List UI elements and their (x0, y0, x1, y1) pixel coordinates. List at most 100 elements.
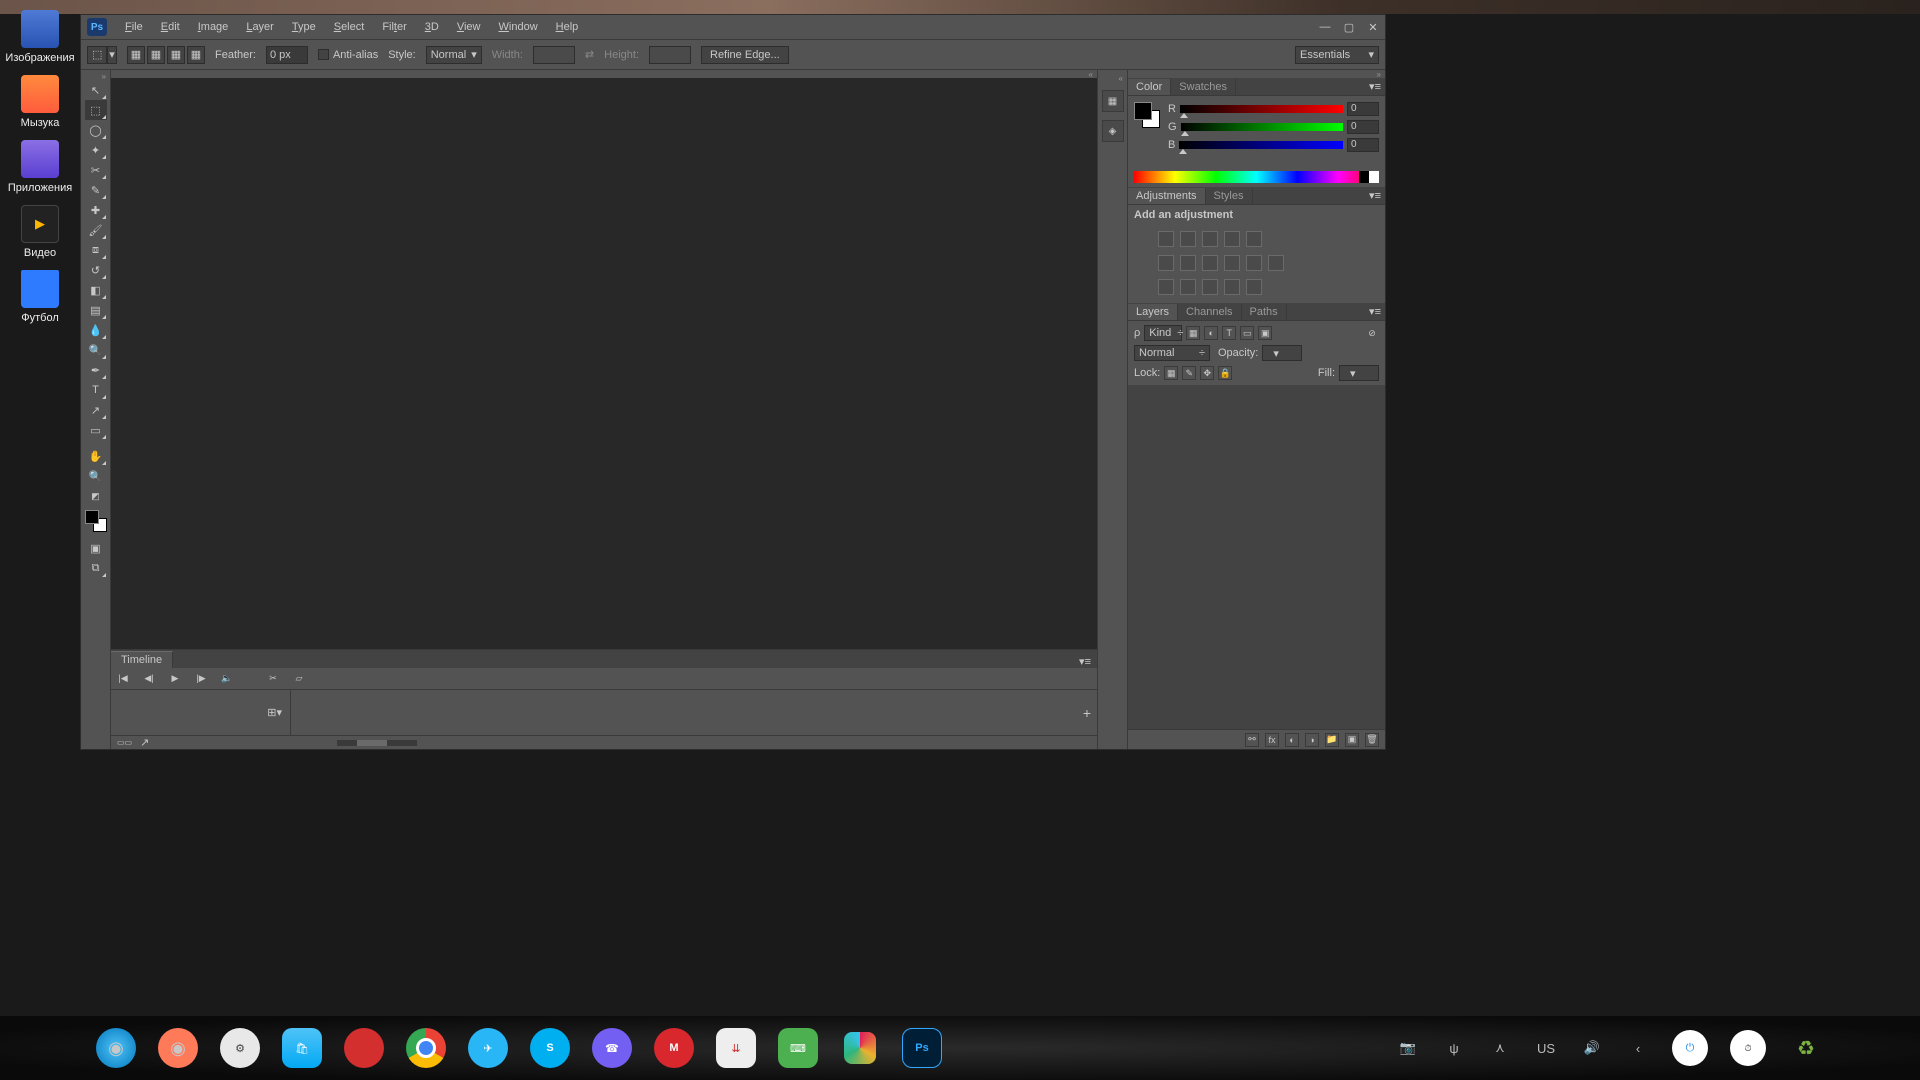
tray-language[interactable]: US (1534, 1036, 1558, 1060)
channel-mixer-icon[interactable] (1246, 255, 1262, 271)
dock-launcher[interactable]: ◉ (96, 1028, 136, 1068)
filter-smart-icon[interactable]: ▣ (1258, 326, 1272, 340)
timeline-zoom-slider[interactable] (337, 740, 417, 746)
quick-mask-mode[interactable]: ▣ (85, 538, 107, 558)
color-r-input[interactable]: 0 (1347, 102, 1379, 116)
lock-position-icon[interactable]: ✥ (1200, 366, 1214, 380)
menu-edit[interactable]: Edit (153, 19, 188, 35)
layer-mask-icon[interactable]: ◐ (1285, 733, 1299, 747)
desktop-icon-apps[interactable]: Приложения (0, 140, 80, 195)
timeline-tab[interactable]: Timeline (111, 651, 173, 668)
dock-slack[interactable] (840, 1028, 880, 1068)
zoom-tool[interactable]: 🔍 (85, 466, 107, 486)
timeline-split[interactable]: ✂ (265, 671, 281, 687)
selective-color-icon[interactable] (1246, 279, 1262, 295)
history-panel-icon[interactable]: ▦ (1102, 90, 1124, 112)
dock-viber[interactable]: ☎ (592, 1028, 632, 1068)
antialias-checkbox[interactable]: Anti-alias (318, 49, 378, 61)
gradient-tool[interactable]: ▤ (85, 300, 107, 320)
tray-power-icon[interactable]: ⏻ (1672, 1030, 1708, 1066)
filter-adjustment-icon[interactable]: ◐ (1204, 326, 1218, 340)
channels-tab[interactable]: Channels (1178, 304, 1241, 320)
selection-add-icon[interactable]: ▦ (147, 46, 165, 64)
magic-wand-tool[interactable]: ✦ (85, 140, 107, 160)
foreground-background-colors[interactable] (85, 510, 107, 532)
lock-pixels-icon[interactable]: ✎ (1182, 366, 1196, 380)
timeline-menu-icon[interactable]: ▾≡ (1073, 655, 1097, 668)
hand-tool[interactable]: ✋ (85, 446, 107, 466)
feather-input[interactable]: 0 px (266, 46, 308, 64)
threshold-icon[interactable] (1202, 279, 1218, 295)
screen-mode[interactable]: ⧉ (85, 558, 107, 578)
exposure-icon[interactable] (1224, 231, 1240, 247)
timeline-render-icon[interactable]: ↗ (140, 736, 149, 749)
filter-pixel-icon[interactable]: ▦ (1186, 326, 1200, 340)
color-r-slider[interactable] (1180, 105, 1343, 113)
photo-filter-icon[interactable] (1224, 255, 1240, 271)
lasso-tool[interactable]: ◯ (85, 120, 107, 140)
brightness-contrast-icon[interactable] (1158, 231, 1174, 247)
tray-volume-icon[interactable]: 🔊 (1580, 1036, 1604, 1060)
dock-mega[interactable]: M (654, 1028, 694, 1068)
timeline-play[interactable]: ▶ (167, 671, 183, 687)
panel-collapse-right-icon[interactable]: « (1119, 74, 1123, 83)
dodge-tool[interactable]: 🔍 (85, 340, 107, 360)
curves-icon[interactable] (1202, 231, 1218, 247)
menu-window[interactable]: Window (491, 19, 546, 35)
adjustments-tab[interactable]: Adjustments (1128, 188, 1206, 204)
filter-shape-icon[interactable]: ▭ (1240, 326, 1254, 340)
crop-tool[interactable]: ✂ (85, 160, 107, 180)
workspace-switcher[interactable]: Essentials▾ (1295, 46, 1379, 64)
layers-list[interactable] (1128, 385, 1385, 729)
timeline-add-media[interactable]: + (1083, 705, 1091, 721)
timeline-tracks[interactable]: + (291, 690, 1097, 735)
filter-kind-icon[interactable]: ρ (1134, 327, 1140, 339)
menu-image[interactable]: Image (190, 19, 237, 35)
timeline-first-frame[interactable]: |◀ (115, 671, 131, 687)
link-layers-icon[interactable]: ⚯ (1245, 733, 1259, 747)
color-lookup-icon[interactable] (1268, 255, 1284, 271)
posterize-icon[interactable] (1180, 279, 1196, 295)
paths-tab[interactable]: Paths (1242, 304, 1287, 320)
gradient-map-icon[interactable] (1224, 279, 1240, 295)
color-b-input[interactable]: 0 (1347, 138, 1379, 152)
dock-appstore[interactable]: 🛍 (282, 1028, 322, 1068)
menu-help[interactable]: Help (548, 19, 587, 35)
pen-tool[interactable]: ✒ (85, 360, 107, 380)
menu-view[interactable]: View (449, 19, 489, 35)
color-tab[interactable]: Color (1128, 79, 1171, 95)
tray-expand-icon[interactable]: ‹ (1626, 1036, 1650, 1060)
filter-toggle[interactable]: ⊘ (1365, 326, 1379, 340)
fill-input[interactable]: ▾ (1339, 365, 1379, 381)
timeline-mute[interactable]: 🔈 (219, 671, 235, 687)
style-dropdown[interactable]: Normal▾ (426, 46, 482, 64)
tool-preset-dropdown[interactable]: ▾ (107, 46, 117, 64)
dock-photoshop[interactable]: Ps (902, 1028, 942, 1068)
layers-tab[interactable]: Layers (1128, 304, 1178, 320)
filter-type-icon[interactable]: T (1222, 326, 1236, 340)
menu-3d[interactable]: 3D (417, 19, 447, 35)
tray-usb-icon[interactable]: ψ (1442, 1036, 1466, 1060)
tool-preset-picker[interactable]: ⬚ (87, 46, 107, 64)
new-layer-icon[interactable]: ▣ (1345, 733, 1359, 747)
selection-intersect-icon[interactable]: ▦ (187, 46, 205, 64)
tray-wifi-icon[interactable]: ⋏ (1488, 1036, 1512, 1060)
menu-select[interactable]: Select (326, 19, 373, 35)
close-button[interactable]: ✕ (1361, 18, 1385, 36)
maximize-button[interactable]: ▢ (1337, 18, 1361, 36)
refine-edge-button[interactable]: Refine Edge... (701, 46, 789, 64)
desktop-icon-football[interactable]: Футбол (0, 270, 80, 325)
shape-tool[interactable]: ▭ (85, 420, 107, 440)
timeline-track-options-icon[interactable]: ⊞▾ (267, 706, 282, 719)
timeline-transition[interactable]: ▱ (291, 671, 307, 687)
desktop-icon-images[interactable]: Изображения (0, 10, 80, 65)
swap-wh-icon[interactable]: ⇄ (585, 48, 594, 61)
color-g-input[interactable]: 0 (1347, 120, 1379, 134)
eyedropper-tool[interactable]: ✎ (85, 180, 107, 200)
tray-clock-icon[interactable]: ⏱ (1730, 1030, 1766, 1066)
desktop-icon-music[interactable]: Мызука (0, 75, 80, 130)
eraser-tool[interactable]: ◧ (85, 280, 107, 300)
hue-saturation-icon[interactable] (1158, 255, 1174, 271)
dock-settings[interactable]: ⚙ (220, 1028, 260, 1068)
dock-skype[interactable]: S (530, 1028, 570, 1068)
